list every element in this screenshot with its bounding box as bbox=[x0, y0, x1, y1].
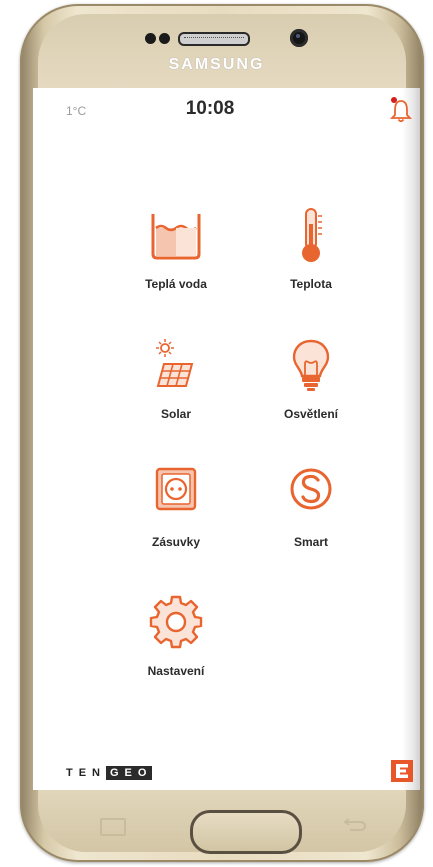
screen-curved-edge bbox=[402, 88, 420, 790]
solar-panel-icon bbox=[156, 339, 194, 387]
recent-apps-button[interactable] bbox=[100, 818, 126, 836]
tile-osvetleni[interactable]: Osvětlení bbox=[251, 336, 371, 421]
tile-solar[interactable]: Solar bbox=[116, 336, 236, 421]
front-camera bbox=[290, 29, 308, 47]
app-screen: 1°C 10:08 Teplá voda Teplota Solar Osvět… bbox=[33, 88, 420, 790]
earpiece-speaker bbox=[178, 32, 250, 46]
gear-icon bbox=[149, 595, 203, 649]
tile-label: Nastavení bbox=[147, 664, 205, 678]
power-socket-icon bbox=[155, 467, 197, 511]
tile-label: Teplota bbox=[290, 277, 332, 291]
logo-ten: TEN bbox=[66, 767, 106, 779]
proximity-sensor bbox=[145, 33, 156, 44]
alert-dot bbox=[391, 97, 397, 103]
smart-s-icon bbox=[290, 468, 332, 510]
water-tank-icon bbox=[151, 214, 201, 260]
tile-label: Osvětlení bbox=[283, 407, 339, 421]
tile-zasuvky[interactable]: Zásuvky bbox=[116, 464, 236, 549]
device-brand: SAMSUNG bbox=[168, 56, 265, 73]
tile-nastaveni[interactable]: Nastavení bbox=[116, 593, 236, 678]
tile-tepla-voda[interactable]: Teplá voda bbox=[116, 206, 236, 291]
clock: 10:08 bbox=[185, 98, 235, 119]
back-icon[interactable] bbox=[342, 818, 368, 832]
phone-top-bezel bbox=[38, 14, 406, 94]
cez-logo-icon bbox=[391, 760, 413, 782]
light-bulb-icon bbox=[292, 339, 330, 391]
tile-label: Smart bbox=[293, 535, 328, 549]
tile-smart[interactable]: Smart bbox=[251, 464, 371, 549]
tile-label: Solar bbox=[160, 407, 191, 421]
notification-bell-icon[interactable] bbox=[390, 96, 412, 124]
light-sensor bbox=[159, 33, 170, 44]
logo-geo: GEO bbox=[106, 766, 153, 780]
tile-teplota[interactable]: Teplota bbox=[251, 206, 371, 291]
thermometer-icon bbox=[302, 208, 322, 262]
tile-label: Zásuvky bbox=[151, 535, 201, 549]
home-button[interactable] bbox=[190, 810, 302, 854]
tengeo-logo: TEN GEO bbox=[66, 766, 153, 780]
tile-label: Teplá voda bbox=[145, 277, 207, 291]
